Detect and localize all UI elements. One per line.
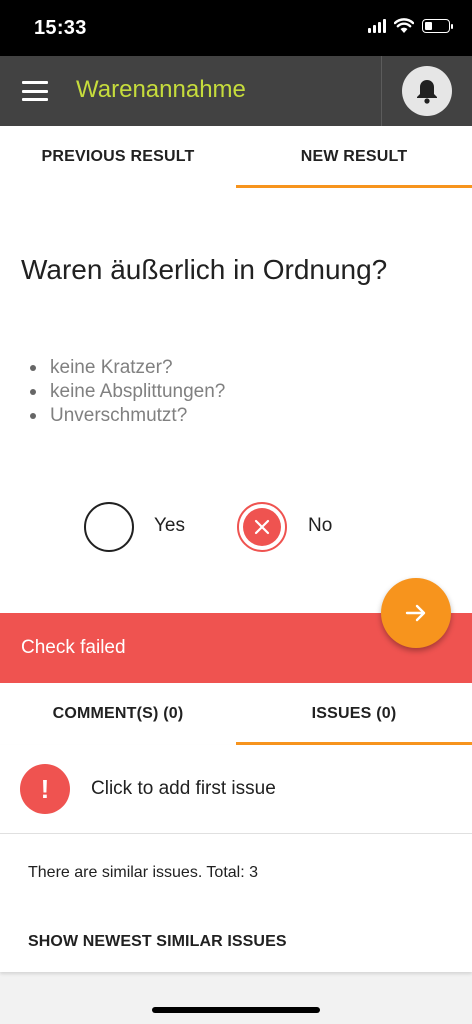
similar-issues-count: There are similar issues. Total: 3: [28, 864, 259, 881]
app-bar-divider: [381, 56, 382, 126]
criteria-item: keine Absplittungen?: [28, 380, 225, 404]
question-title: Waren äußerlich in Ordnung?: [21, 254, 388, 285]
question-criteria-list: keine Kratzer? keine Absplittungen? Unve…: [28, 356, 225, 428]
issues-panel: ! Click to add first issue There are sim…: [0, 745, 472, 972]
status-icons: [368, 18, 453, 34]
app-bar: Warenannahme: [0, 56, 472, 126]
alert-icon: !: [20, 764, 70, 814]
no-label[interactable]: No: [308, 515, 332, 537]
no-radio-selected: [243, 508, 281, 546]
status-time: 15:33: [34, 17, 87, 39]
check-content: Waren äußerlich in Ordnung? keine Kratze…: [0, 188, 472, 613]
battery-icon: [422, 19, 453, 33]
app-title: Warenannahme: [76, 76, 246, 103]
cellular-signal-icon: [368, 19, 386, 33]
tab-new-result[interactable]: NEW RESULT: [236, 126, 472, 188]
criteria-item: Unverschmutzt?: [28, 404, 225, 428]
no-radio[interactable]: [237, 502, 287, 552]
criteria-item: keine Kratzer?: [28, 356, 225, 380]
show-similar-issues-button[interactable]: SHOW NEWEST SIMILAR ISSUES: [28, 933, 287, 951]
tab-issues[interactable]: ISSUES (0): [236, 683, 472, 745]
home-indicator[interactable]: [152, 1007, 320, 1013]
add-first-issue-button[interactable]: ! Click to add first issue: [0, 745, 472, 833]
status-bar: 15:33: [0, 0, 472, 56]
notifications-button[interactable]: [402, 66, 452, 116]
hamburger-menu-icon[interactable]: [22, 81, 48, 101]
divider: [0, 833, 472, 834]
wifi-icon: [394, 18, 414, 33]
check-failed-text: Check failed: [21, 637, 126, 658]
arrow-right-icon: [405, 604, 426, 622]
yes-radio[interactable]: [84, 502, 134, 552]
close-icon: [254, 519, 270, 535]
result-tabs: PREVIOUS RESULT NEW RESULT: [0, 126, 472, 188]
yes-label[interactable]: Yes: [154, 515, 185, 537]
battery-fill: [425, 22, 432, 30]
tab-comments[interactable]: COMMENT(S) (0): [0, 683, 236, 745]
add-issue-label: Click to add first issue: [91, 778, 276, 799]
next-button[interactable]: [381, 578, 451, 648]
issue-tabs: COMMENT(S) (0) ISSUES (0): [0, 683, 472, 745]
tab-previous-result[interactable]: PREVIOUS RESULT: [0, 126, 236, 188]
bell-icon: [417, 80, 437, 104]
